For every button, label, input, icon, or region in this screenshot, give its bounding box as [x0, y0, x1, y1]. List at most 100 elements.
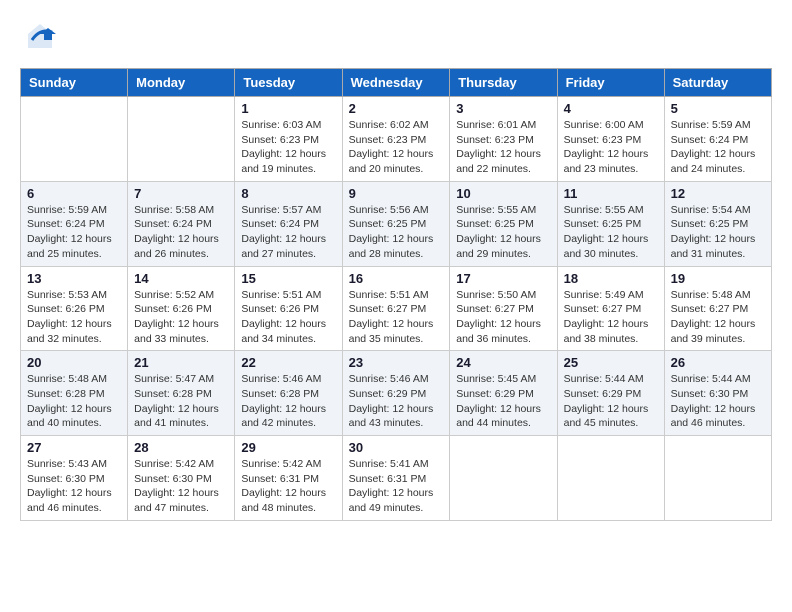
calendar-week-row: 1 Sunrise: 6:03 AM Sunset: 6:23 PM Daylig… — [21, 97, 772, 182]
page-header — [20, 20, 772, 52]
day-number: 1 — [241, 101, 335, 116]
calendar-cell: 3Sunrise: 6:01 AM Sunset: 6:23 PM Daylig… — [450, 97, 557, 182]
calendar-cell: 26 Sunrise: 5:44 AM Sunset: 6:30 PM Dayli… — [664, 351, 771, 436]
day-info: Sunrise: 5:46 AM Sunset: 6:29 PM Dayligh… — [349, 372, 444, 431]
calendar-cell: 4 Sunrise: 6:00 AM Sunset: 6:23 PM Daylig… — [557, 97, 664, 182]
calendar-cell: 30 Sunrise: 5:41 AM Sunset: 6:31 PM Dayli… — [342, 436, 450, 521]
day-number: 27 — [27, 440, 121, 455]
day-info: Sunrise: 6:00 AM Sunset: 6:23 PM Dayligh… — [564, 118, 658, 177]
calendar-cell: 22 Sunrise: 5:46 AM Sunset: 6:28 PM Dayli… — [235, 351, 342, 436]
day-header-monday: Monday — [128, 69, 235, 97]
day-number: 5 — [671, 101, 765, 116]
calendar-cell — [128, 97, 235, 182]
day-number: 18 — [564, 271, 658, 286]
day-info: Sunrise: 5:55 AM Sunset: 6:25 PM Dayligh… — [456, 203, 550, 262]
day-number: 4 — [564, 101, 658, 116]
day-number: 25 — [564, 355, 658, 370]
day-number: 7 — [134, 186, 228, 201]
day-number: 14 — [134, 271, 228, 286]
calendar-cell: 20 Sunrise: 5:48 AM Sunset: 6:28 PM Dayli… — [21, 351, 128, 436]
day-number: 19 — [671, 271, 765, 286]
day-info: Sunrise: 6:02 AM Sunset: 6:23 PM Dayligh… — [349, 118, 444, 177]
day-info: Sunrise: 5:59 AM Sunset: 6:24 PM Dayligh… — [671, 118, 765, 177]
day-info: Sunrise: 5:44 AM Sunset: 6:30 PM Dayligh… — [671, 372, 765, 431]
day-info: Sunrise: 5:57 AM Sunset: 6:24 PM Dayligh… — [241, 203, 335, 262]
calendar-cell: 25 Sunrise: 5:44 AM Sunset: 6:29 PM Dayli… — [557, 351, 664, 436]
calendar-week-row: 13 Sunrise: 5:53 AM Sunset: 6:26 PM Dayli… — [21, 266, 772, 351]
day-info: Sunrise: 5:42 AM Sunset: 6:31 PM Dayligh… — [241, 457, 335, 516]
calendar-cell — [557, 436, 664, 521]
day-info: Sunrise: 5:50 AM Sunset: 6:27 PM Dayligh… — [456, 288, 550, 347]
day-info: Sunrise: 5:59 AM Sunset: 6:24 PM Dayligh… — [27, 203, 121, 262]
day-info: Sunrise: 5:48 AM Sunset: 6:28 PM Dayligh… — [27, 372, 121, 431]
day-info: Sunrise: 5:44 AM Sunset: 6:29 PM Dayligh… — [564, 372, 658, 431]
calendar-cell: 23 Sunrise: 5:46 AM Sunset: 6:29 PM Dayli… — [342, 351, 450, 436]
calendar-cell: 10 Sunrise: 5:55 AM Sunset: 6:25 PM Dayli… — [450, 181, 557, 266]
day-info: Sunrise: 5:49 AM Sunset: 6:27 PM Dayligh… — [564, 288, 658, 347]
day-info: Sunrise: 5:48 AM Sunset: 6:27 PM Dayligh… — [671, 288, 765, 347]
day-number: 24 — [456, 355, 550, 370]
calendar-cell: 5 Sunrise: 5:59 AM Sunset: 6:24 PM Daylig… — [664, 97, 771, 182]
day-number: 9 — [349, 186, 444, 201]
day-header-friday: Friday — [557, 69, 664, 97]
calendar-cell: 6 Sunrise: 5:59 AM Sunset: 6:24 PM Daylig… — [21, 181, 128, 266]
calendar-cell: 28Sunrise: 5:42 AM Sunset: 6:30 PM Dayli… — [128, 436, 235, 521]
day-number: 20 — [27, 355, 121, 370]
day-info: Sunrise: 5:51 AM Sunset: 6:26 PM Dayligh… — [241, 288, 335, 347]
day-header-saturday: Saturday — [664, 69, 771, 97]
day-number: 8 — [241, 186, 335, 201]
day-number: 13 — [27, 271, 121, 286]
calendar-week-row: 6 Sunrise: 5:59 AM Sunset: 6:24 PM Daylig… — [21, 181, 772, 266]
day-info: Sunrise: 5:58 AM Sunset: 6:24 PM Dayligh… — [134, 203, 228, 262]
day-number: 26 — [671, 355, 765, 370]
calendar-week-row: 27 Sunrise: 5:43 AM Sunset: 6:30 PM Dayli… — [21, 436, 772, 521]
calendar-cell — [450, 436, 557, 521]
calendar-cell: 1 Sunrise: 6:03 AM Sunset: 6:23 PM Daylig… — [235, 97, 342, 182]
calendar-header-row: SundayMondayTuesdayWednesdayThursdayFrid… — [21, 69, 772, 97]
calendar-cell: 24 Sunrise: 5:45 AM Sunset: 6:29 PM Dayli… — [450, 351, 557, 436]
calendar-cell: 13 Sunrise: 5:53 AM Sunset: 6:26 PM Dayli… — [21, 266, 128, 351]
day-info: Sunrise: 5:42 AM Sunset: 6:30 PM Dayligh… — [134, 457, 228, 516]
day-number: 23 — [349, 355, 444, 370]
day-number: 2 — [349, 101, 444, 116]
day-number: 10 — [456, 186, 550, 201]
logo-icon — [24, 20, 56, 52]
day-info: Sunrise: 5:43 AM Sunset: 6:30 PM Dayligh… — [27, 457, 121, 516]
day-number: 21 — [134, 355, 228, 370]
day-info: Sunrise: 5:53 AM Sunset: 6:26 PM Dayligh… — [27, 288, 121, 347]
calendar-cell — [21, 97, 128, 182]
calendar-table: SundayMondayTuesdayWednesdayThursdayFrid… — [20, 68, 772, 521]
calendar-cell: 9 Sunrise: 5:56 AM Sunset: 6:25 PM Daylig… — [342, 181, 450, 266]
day-number: 30 — [349, 440, 444, 455]
day-number: 3 — [456, 101, 550, 116]
calendar-cell — [664, 436, 771, 521]
day-number: 22 — [241, 355, 335, 370]
day-number: 12 — [671, 186, 765, 201]
calendar-cell: 29 Sunrise: 5:42 AM Sunset: 6:31 PM Dayli… — [235, 436, 342, 521]
day-info: Sunrise: 5:45 AM Sunset: 6:29 PM Dayligh… — [456, 372, 550, 431]
day-number: 11 — [564, 186, 658, 201]
calendar-cell: 16Sunrise: 5:51 AM Sunset: 6:27 PM Dayli… — [342, 266, 450, 351]
day-info: Sunrise: 5:56 AM Sunset: 6:25 PM Dayligh… — [349, 203, 444, 262]
calendar-cell: 7 Sunrise: 5:58 AM Sunset: 6:24 PM Daylig… — [128, 181, 235, 266]
day-info: Sunrise: 5:54 AM Sunset: 6:25 PM Dayligh… — [671, 203, 765, 262]
calendar-cell: 8 Sunrise: 5:57 AM Sunset: 6:24 PM Daylig… — [235, 181, 342, 266]
day-number: 6 — [27, 186, 121, 201]
calendar-cell: 15Sunrise: 5:51 AM Sunset: 6:26 PM Dayli… — [235, 266, 342, 351]
calendar-cell: 19 Sunrise: 5:48 AM Sunset: 6:27 PM Dayli… — [664, 266, 771, 351]
calendar-cell: 12 Sunrise: 5:54 AM Sunset: 6:25 PM Dayli… — [664, 181, 771, 266]
calendar-cell: 17Sunrise: 5:50 AM Sunset: 6:27 PM Dayli… — [450, 266, 557, 351]
day-info: Sunrise: 5:46 AM Sunset: 6:28 PM Dayligh… — [241, 372, 335, 431]
calendar-cell: 14Sunrise: 5:52 AM Sunset: 6:26 PM Dayli… — [128, 266, 235, 351]
day-header-thursday: Thursday — [450, 69, 557, 97]
calendar-cell: 18 Sunrise: 5:49 AM Sunset: 6:27 PM Dayli… — [557, 266, 664, 351]
day-info: Sunrise: 5:55 AM Sunset: 6:25 PM Dayligh… — [564, 203, 658, 262]
calendar-cell: 2 Sunrise: 6:02 AM Sunset: 6:23 PM Daylig… — [342, 97, 450, 182]
day-number: 29 — [241, 440, 335, 455]
day-info: Sunrise: 5:41 AM Sunset: 6:31 PM Dayligh… — [349, 457, 444, 516]
day-info: Sunrise: 5:51 AM Sunset: 6:27 PM Dayligh… — [349, 288, 444, 347]
logo — [20, 20, 56, 52]
day-info: Sunrise: 6:03 AM Sunset: 6:23 PM Dayligh… — [241, 118, 335, 177]
calendar-cell: 27 Sunrise: 5:43 AM Sunset: 6:30 PM Dayli… — [21, 436, 128, 521]
calendar-cell: 11 Sunrise: 5:55 AM Sunset: 6:25 PM Dayli… — [557, 181, 664, 266]
